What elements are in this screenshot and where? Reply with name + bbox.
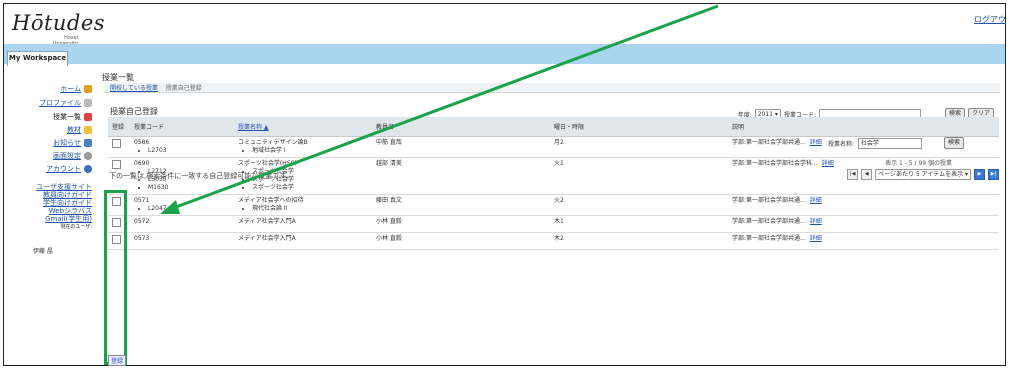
annotation-arrow [160,4,719,214]
